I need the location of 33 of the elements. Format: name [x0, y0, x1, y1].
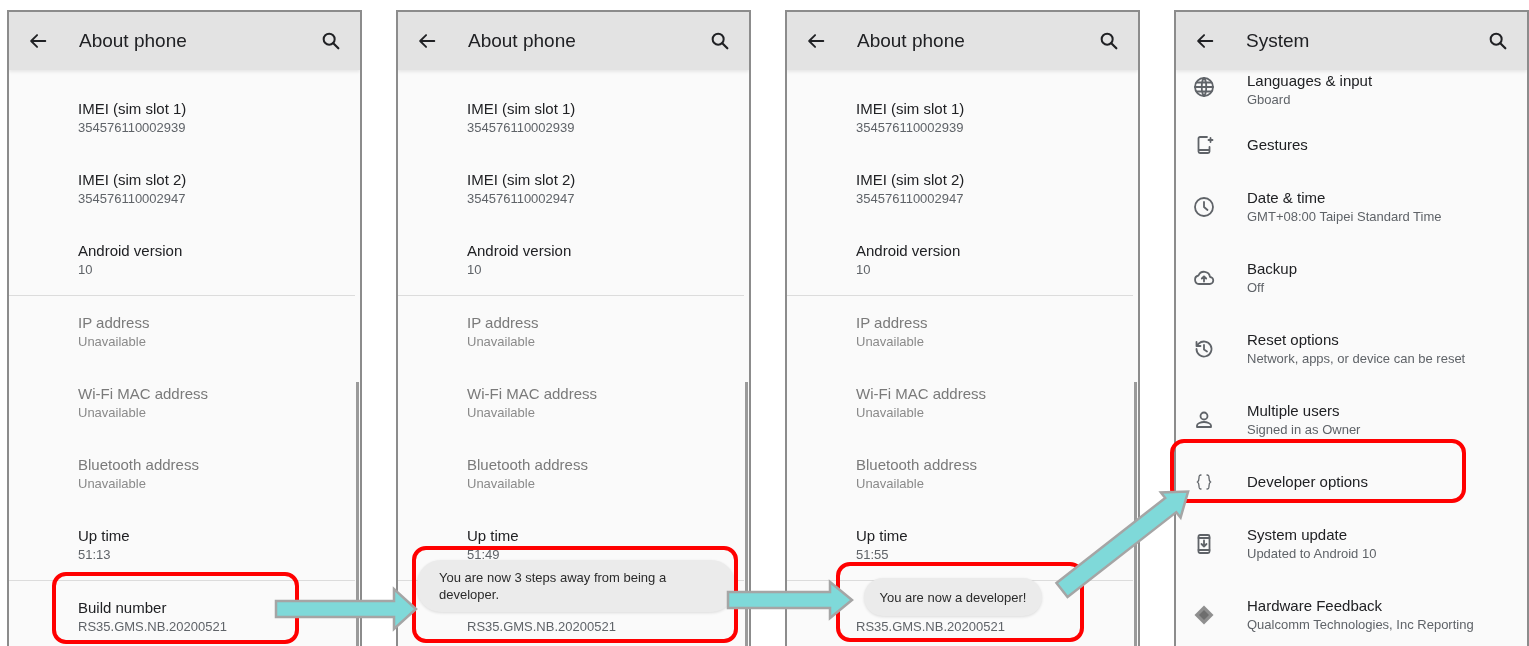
settings-item[interactable]: IMEI (sim slot 2) 354576110002947 — [787, 153, 1133, 224]
search-icon[interactable] — [320, 30, 342, 52]
screen-title: System — [1246, 28, 1311, 53]
settings-item[interactable]: Hardware Feedback Qualcomm Technologies, Inc Reporting — [1176, 579, 1527, 646]
settings-item[interactable]: Backup Off — [1176, 242, 1527, 313]
settings-item[interactable]: Date & time GMT+08:00 Taipei Standard Time — [1176, 171, 1527, 242]
developer-toast: You are now a developer! — [864, 578, 1042, 616]
settings-item[interactable]: IMEI (sim slot 2) 354576110002947 — [9, 153, 355, 224]
settings-item[interactable]: IMEI (sim slot 1) 354576110002939 — [787, 82, 1133, 153]
screen-title: About phone — [468, 28, 577, 53]
globe-icon — [1192, 75, 1216, 99]
settings-item[interactable]: Multiple users Signed in as Owner — [1176, 384, 1527, 455]
settings-item[interactable]: Developer options — [1176, 455, 1527, 508]
settings-item[interactable]: Android version 10 — [398, 224, 744, 295]
settings-item[interactable]: Build number RS35.GMS.NB.20200521 — [9, 581, 355, 646]
settings-item[interactable]: Languages & input Gboard — [1176, 70, 1527, 118]
search-icon[interactable] — [1487, 30, 1509, 52]
settings-item[interactable]: Up time 51:55 — [787, 509, 1133, 580]
screen-title: About phone — [79, 28, 188, 53]
settings-item[interactable]: Up time 51:13 — [9, 509, 355, 580]
settings-item[interactable]: Android version 10 — [9, 224, 355, 295]
search-icon[interactable] — [1098, 30, 1120, 52]
settings-item[interactable]: IMEI (sim slot 2) 354576110002947 — [398, 153, 744, 224]
screen-title: About phone — [857, 28, 966, 53]
developer-toast: You are now 3 steps away from being a developer. — [417, 560, 735, 612]
settings-item[interactable]: IMEI (sim slot 1) 354576110002939 — [9, 82, 355, 153]
clock-icon — [1192, 194, 1216, 219]
search-icon[interactable] — [709, 30, 731, 52]
settings-item[interactable]: Reset options Network, apps, or device can be reset — [1176, 313, 1527, 384]
settings-item[interactable]: Android version 10 — [787, 224, 1133, 295]
settings-item[interactable]: IMEI (sim slot 1) 354576110002939 — [398, 82, 744, 153]
settings-item[interactable]: System update Updated to Android 10 — [1176, 508, 1527, 579]
settings-item[interactable]: Gestures — [1176, 118, 1527, 171]
